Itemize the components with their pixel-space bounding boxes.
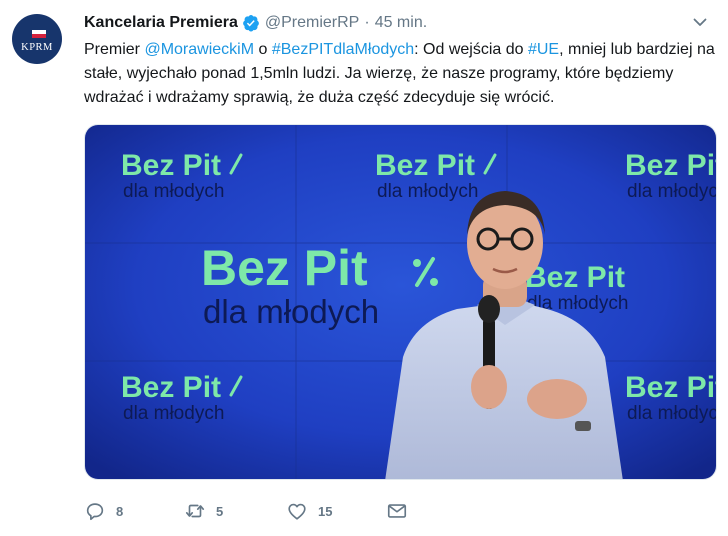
retweet-count: 5 [216,503,224,519]
tweet[interactable]: KPRM Kancelaria Premiera @PremierRP · 45… [0,0,728,536]
banner-title: Bez Pit [375,149,475,182]
tweet-photo[interactable]: Bez Pit dla młodych Bez Pit dla młodych … [84,124,717,480]
tweet-header: Kancelaria Premiera @PremierRP · 45 min. [84,12,427,34]
hashtag-link[interactable]: #BezPITdlaMłodych [272,41,414,58]
banner-subtitle: dla młodych [123,403,224,424]
retweet-icon [185,504,205,518]
direct-message-button[interactable] [386,498,408,524]
separator-dot: · [364,14,370,31]
account-name[interactable]: Kancelaria Premiera [84,14,238,32]
mention-link[interactable]: @MorawieckiM [144,41,254,58]
banner-subtitle: dla młodych [123,181,224,202]
banner-title: Bez Pit [625,149,717,182]
banner-title: Bez Pit [121,149,221,182]
tweet-text-part: Premier [84,41,145,58]
banner-subtitle-large: dla młodych [203,293,379,330]
verified-badge-icon [243,15,259,32]
reply-count: 8 [116,503,124,519]
retweet-button[interactable]: 5 [184,498,223,524]
banner-subtitle: dla młodych [377,181,478,202]
reply-icon [86,503,104,521]
banner-subtitle: dla młodych [627,403,717,424]
hashtag-link[interactable]: #UE [528,41,559,58]
banner-title: Bez Pit [525,261,625,294]
like-icon [288,503,306,520]
avatar[interactable]: KPRM [12,14,62,64]
reply-button[interactable]: 8 [84,498,123,524]
account-handle[interactable]: @PremierRP [265,14,359,32]
banner-title-large: Bez Pit [201,240,368,296]
banner-title: Bez Pit [625,371,717,404]
polish-flag-icon [32,30,46,38]
chevron-down-icon[interactable] [692,14,708,30]
like-button[interactable]: 15 [286,498,332,524]
direct-message-icon [387,504,407,518]
avatar-text: KPRM [21,42,53,53]
tweet-text: Premier @MorawieckiM o #BezPITdlaMłodych… [84,38,720,110]
like-count: 15 [318,503,333,519]
tweet-text-part: o [254,41,272,58]
banner-subtitle: dla młodych [627,181,717,202]
tweet-text-part: : Od wejścia do [414,41,528,58]
banner-title: Bez Pit [121,371,221,404]
photo-canvas: Bez Pit dla młodych Bez Pit dla młodych … [85,125,717,479]
tweet-timestamp[interactable]: 45 min. [375,14,427,32]
